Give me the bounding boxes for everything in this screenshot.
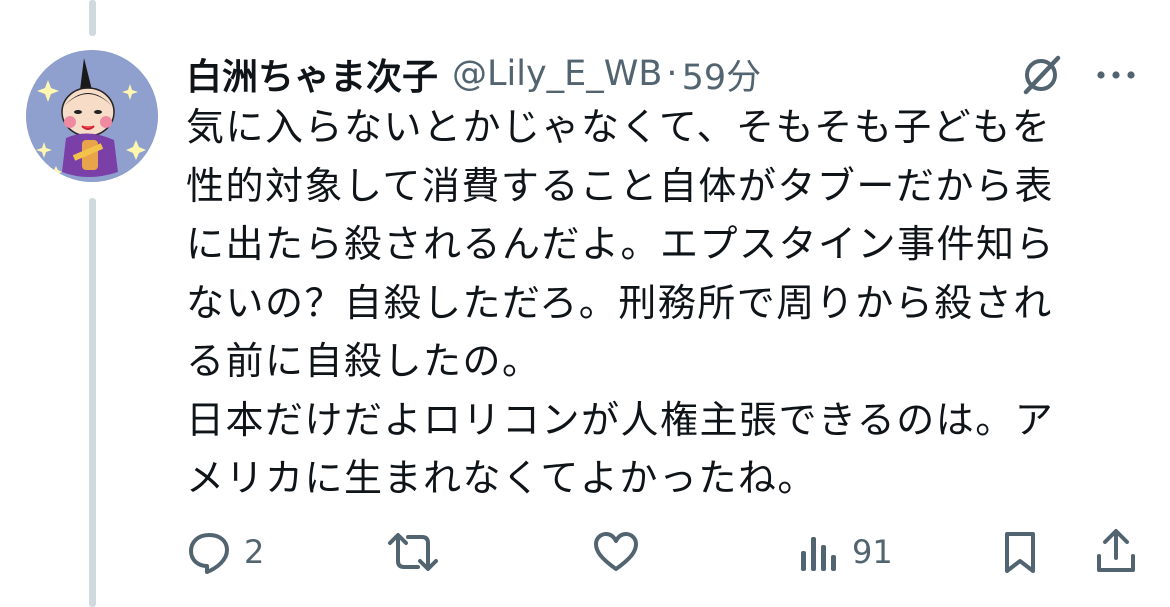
tweet-text-line: 気に入らないとかじゃなくて、そもそも子どもを xyxy=(186,105,1052,149)
grok-icon[interactable] xyxy=(1016,50,1066,100)
separator-dot: · xyxy=(666,54,678,94)
user-handle[interactable]: @Lily_E_WB xyxy=(452,54,662,94)
bookmark-icon xyxy=(1005,532,1035,573)
avatar-illustration xyxy=(26,50,158,182)
tweet-text-line: 性的対象して消費すること自体がタブーだから表 xyxy=(186,163,1054,208)
views-icon xyxy=(801,537,836,571)
reply-count: 2 xyxy=(244,533,265,571)
tweet-text-line: 日本だけだよロリコンが人権主張できるのは。ア xyxy=(186,397,1055,442)
avatar[interactable] xyxy=(26,50,158,182)
more-options-icon[interactable] xyxy=(1092,60,1142,90)
like-button[interactable] xyxy=(592,522,652,582)
reply-button[interactable]: 2 xyxy=(186,522,264,582)
retweet-button[interactable] xyxy=(386,522,452,582)
tweet-text: 気に入らないとかじゃなくて、そもそも子どもを 性的対象して消費すること自体がタブ… xyxy=(186,98,1136,508)
tweet-header: 白洲ちゃま次子 @Lily_E_WB · 59分 xyxy=(186,46,761,102)
tweet-text-line: メリカに生まれなくてよかったね。 xyxy=(186,456,817,500)
tweet-text-line: る前に自殺したの。 xyxy=(186,339,542,383)
thread-line-top xyxy=(89,0,96,36)
reply-icon xyxy=(189,533,229,574)
tweet-text-line: ないの？自殺しただろ。刑務所で周りから殺され xyxy=(186,280,1053,325)
display-name[interactable]: 白洲ちゃま次子 xyxy=(186,48,438,100)
bookmark-button[interactable] xyxy=(1000,522,1040,582)
share-button[interactable] xyxy=(1094,522,1138,582)
action-bar: 2 91 xyxy=(0,522,1170,582)
heart-icon xyxy=(594,532,638,571)
tweet-text-line: に出たら殺されるんだよ。エプスタイン事件知ら xyxy=(186,222,1056,266)
views-button[interactable]: 91 xyxy=(796,522,893,582)
share-icon xyxy=(1097,529,1135,572)
timestamp[interactable]: 59分 xyxy=(682,49,762,100)
retweet-icon xyxy=(388,533,438,571)
views-count: 91 xyxy=(852,533,893,571)
